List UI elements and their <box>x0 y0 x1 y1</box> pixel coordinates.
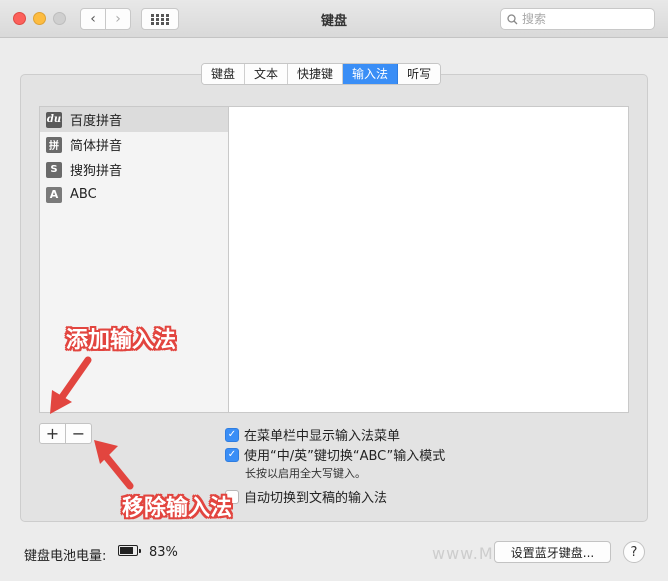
auto-switch-label: 自动切换到文稿的输入法 <box>244 491 388 506</box>
add-annotation-label: 添加输入法 <box>66 328 177 353</box>
list-item[interactable]: 拼 简体拼音 <box>40 132 228 157</box>
switch-abc-label: 使用“中/英”键切换“ABC”输入模式 <box>244 449 446 464</box>
add-input-source-button[interactable]: + <box>39 423 66 444</box>
simplified-pinyin-icon: 拼 <box>46 136 62 153</box>
list-item-label: 搜狗拼音 <box>70 164 123 179</box>
list-item[interactable]: A ABC <box>40 182 228 207</box>
show-menu-label: 在菜单栏中显示输入法菜单 <box>244 429 401 444</box>
title-bar: ‹ › 键盘 <box>0 0 668 38</box>
checkbox-checked[interactable]: ✓ <box>225 447 239 462</box>
sogou-pinyin-icon: S <box>46 161 62 178</box>
checkbox-checked[interactable]: ✓ <box>225 427 239 442</box>
tab-text[interactable]: 文本 <box>245 64 289 84</box>
search-input[interactable] <box>522 12 642 26</box>
switch-abc-option[interactable]: ✓ 使用“中/英”键切换“ABC”输入模式 <box>225 445 445 464</box>
remove-annotation-arrow-icon <box>94 440 134 490</box>
battery-label: 键盘电池电量: <box>24 549 107 564</box>
add-annotation-arrow-icon <box>50 356 92 414</box>
tab-keyboard[interactable]: 键盘 <box>202 64 246 84</box>
battery-level-fill <box>120 547 134 554</box>
list-item-label: ABC <box>70 187 97 202</box>
list-item[interactable]: S 搜狗拼音 <box>40 157 228 182</box>
switch-abc-note: 长按以启用全大写键入。 <box>245 467 366 480</box>
search-icon <box>507 13 518 24</box>
remove-input-source-button[interactable]: − <box>65 423 92 444</box>
tab-dictation[interactable]: 听写 <box>398 64 441 84</box>
remove-annotation-label: 移除输入法 <box>122 496 233 521</box>
baidu-pinyin-icon: du <box>46 111 62 128</box>
setup-bluetooth-keyboard-button[interactable]: 设置蓝牙键盘... <box>494 541 611 563</box>
help-button[interactable]: ? <box>623 541 645 563</box>
list-item-label: 百度拼音 <box>70 114 123 129</box>
abc-icon: A <box>46 186 62 203</box>
keyboard-preferences-window: ‹ › 键盘 键盘 文本 快捷键 输入法 听写 du 百度拼音 <box>0 0 668 581</box>
tab-input-sources[interactable]: 输入法 <box>343 64 399 84</box>
search-field[interactable] <box>500 8 655 30</box>
battery-percent: 83% <box>149 545 178 560</box>
tab-bar: 键盘 文本 快捷键 输入法 听写 <box>201 63 442 85</box>
auto-switch-option[interactable]: 自动切换到文稿的输入法 <box>225 487 387 506</box>
input-source-detail-pane <box>228 106 629 413</box>
show-menu-option[interactable]: ✓ 在菜单栏中显示输入法菜单 <box>225 425 400 444</box>
tab-shortcuts[interactable]: 快捷键 <box>288 64 344 84</box>
list-item[interactable]: du 百度拼音 <box>40 107 228 132</box>
list-item-label: 简体拼音 <box>70 139 123 154</box>
battery-icon <box>118 545 141 556</box>
